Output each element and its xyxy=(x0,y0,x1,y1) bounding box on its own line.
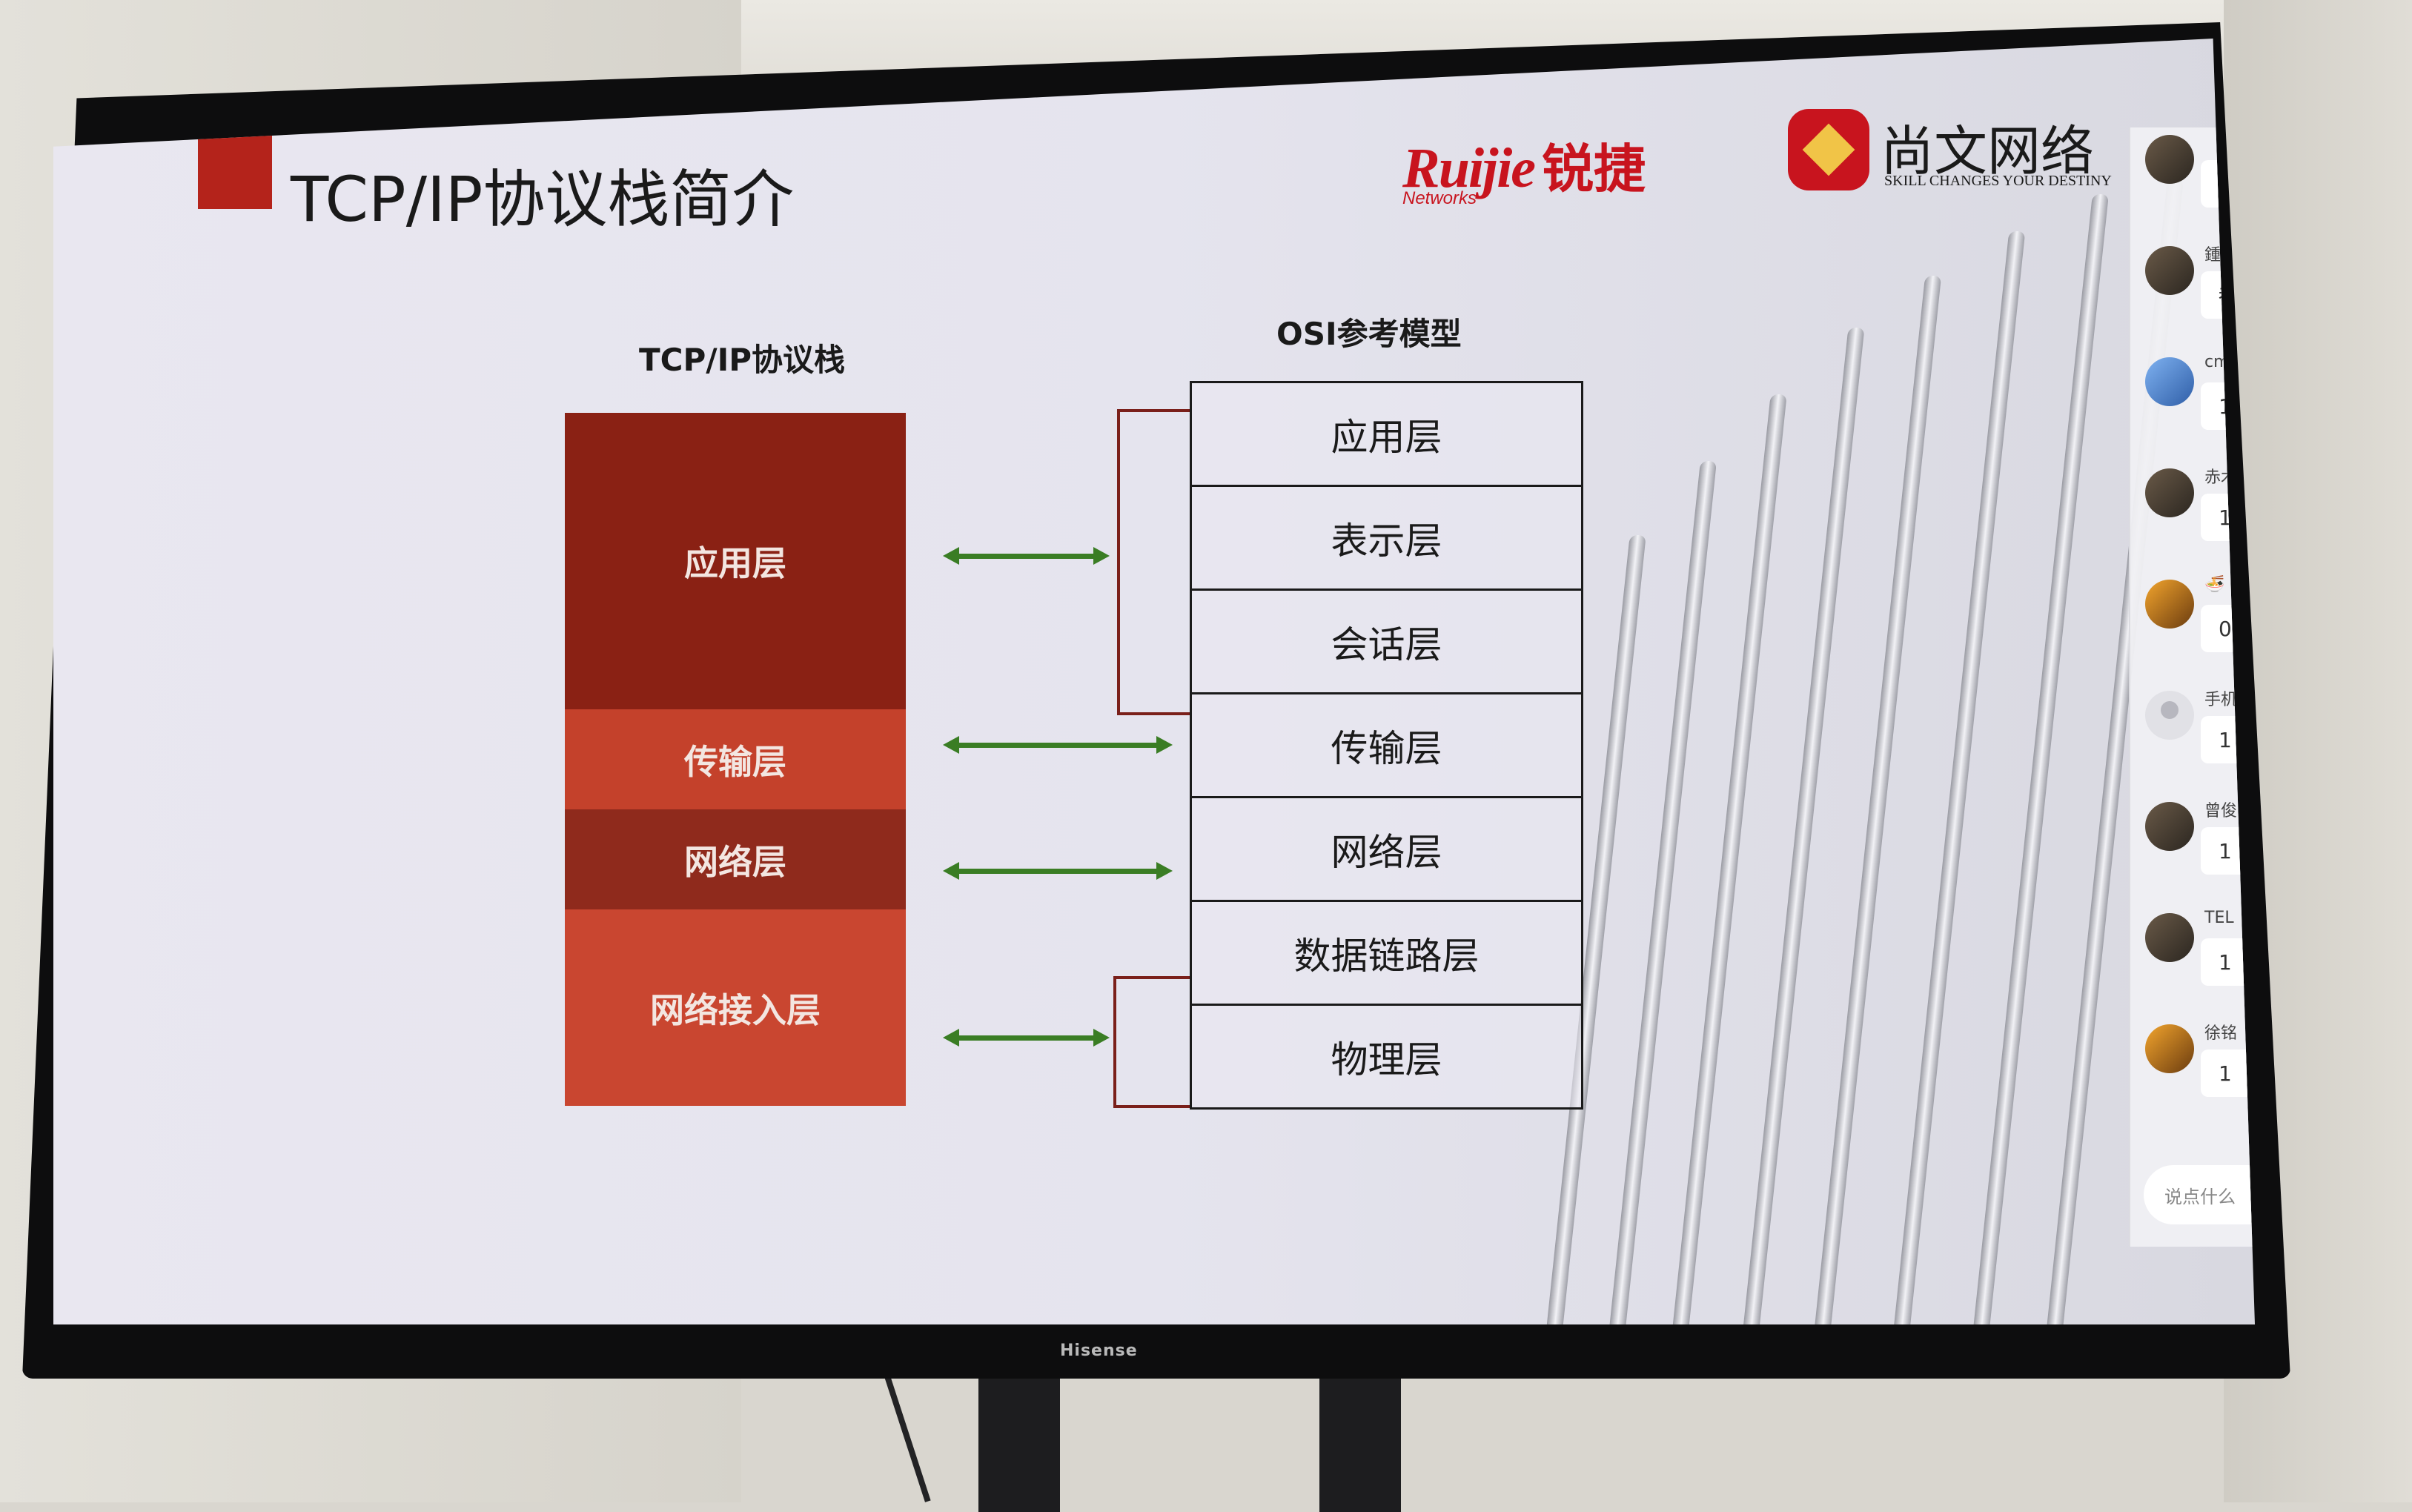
shangwen-mark-icon xyxy=(1788,109,1869,190)
chat-input[interactable]: 说点什么 xyxy=(2144,1165,2255,1224)
osi-model-heading: OSI参考模型 xyxy=(1276,316,1462,352)
chat-username: 🍜 xyxy=(2204,575,2225,594)
double-arrow-network-access xyxy=(943,1029,1110,1047)
ruijie-subtitle: Networks xyxy=(1402,188,1477,208)
ruijie-logo: Ruijie 锐捷 Networks xyxy=(1402,127,1646,208)
shangwen-slogan: SKILL CHANGES YOUR DESTINY xyxy=(1884,173,2112,189)
osi-layer-data-link: 数据链路层 xyxy=(1192,902,1581,1006)
osi-layer-network: 网络层 xyxy=(1192,798,1581,902)
tcp-layer-network: 网络层 xyxy=(565,809,906,909)
chat-message: 徐铭 1 xyxy=(2130,1017,2255,1121)
avatar[interactable] xyxy=(2145,135,2194,184)
avatar[interactable] xyxy=(2145,913,2194,962)
avatar[interactable] xyxy=(2145,1024,2194,1073)
avatar[interactable] xyxy=(2145,357,2194,406)
tv-stand-leg-right xyxy=(1319,1364,1401,1512)
avatar[interactable] xyxy=(2145,246,2194,295)
slide-title: TCP/IP协议栈简介 xyxy=(291,163,795,236)
avatar[interactable] xyxy=(2145,468,2194,517)
osi-layer-session: 会话层 xyxy=(1192,591,1581,694)
tcp-layer-transport: 传输层 xyxy=(565,709,906,809)
chat-username: 鍾 xyxy=(2204,246,2222,265)
ruijie-cn-name: 锐捷 xyxy=(1542,139,1646,199)
double-arrow-transport xyxy=(943,736,1173,754)
cable xyxy=(884,1373,931,1502)
chat-message: 曾俊 1 xyxy=(2130,795,2255,898)
slide-screen: TCP/IP协议栈简介 Ruijie 锐捷 Networks 尚文网络 SKILL… xyxy=(53,39,2255,1324)
osi-upper-bracket xyxy=(1117,409,1190,715)
tv-stand-leg-left xyxy=(978,1364,1060,1512)
chat-username: 曾俊 xyxy=(2204,802,2238,820)
chat-message: TEL 1 xyxy=(2130,906,2255,1009)
osi-lower-bracket xyxy=(1113,976,1190,1108)
tv-brand-label: Hisense xyxy=(1060,1342,1138,1360)
avatar[interactable] xyxy=(2145,802,2194,851)
tcp-stack-heading: TCP/IP协议栈 xyxy=(639,342,846,378)
chat-username: TEL xyxy=(2204,909,2234,927)
avatar[interactable] xyxy=(2145,580,2194,629)
double-arrow-application xyxy=(943,547,1110,565)
tcp-layer-network-access: 网络接入层 xyxy=(565,909,906,1106)
osi-layer-transport: 传输层 xyxy=(1192,694,1581,798)
osi-model-diagram: 应用层 表示层 会话层 传输层 网络层 数据链路层 物理层 xyxy=(1190,381,1583,1110)
osi-layer-presentation: 表示层 xyxy=(1192,487,1581,591)
tcp-stack-diagram: 应用层 传输层 网络层 网络接入层 xyxy=(565,413,906,1106)
osi-layer-physical: 物理层 xyxy=(1192,1006,1581,1107)
osi-layer-application: 应用层 xyxy=(1192,383,1581,487)
title-accent-square xyxy=(198,135,272,209)
double-arrow-network xyxy=(943,862,1173,880)
avatar[interactable] xyxy=(2145,691,2194,740)
chat-username: 徐铭 xyxy=(2204,1024,2238,1043)
tcp-layer-application: 应用层 xyxy=(565,413,906,709)
chat-username: 手机 xyxy=(2204,691,2238,709)
